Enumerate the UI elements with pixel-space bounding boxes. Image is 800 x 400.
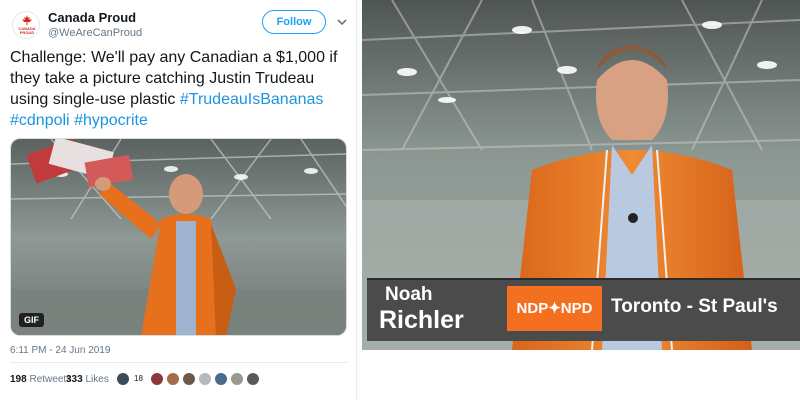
liker-avatar[interactable] — [230, 372, 244, 386]
chevron-down-icon[interactable] — [336, 16, 348, 28]
tweet-timestamp[interactable]: 6:11 PM - 24 Jun 2019 — [10, 345, 110, 356]
ndp-logo-text: NDP✦NPD — [516, 300, 593, 317]
gif-badge: GIF — [19, 313, 44, 327]
likes-label: Likes — [85, 374, 109, 385]
tweet-text: Challenge: We'll pay any Canadian a $1,0… — [10, 47, 350, 131]
liker-avatar[interactable] — [182, 372, 196, 386]
liker-avatar[interactable] — [116, 372, 130, 386]
ndp-logo: NDP✦NPD — [507, 286, 602, 331]
hashtag-link[interactable]: #hypocrite — [74, 112, 148, 129]
liker-avatar[interactable] — [214, 372, 228, 386]
riding-name: Toronto - St Paul's — [611, 296, 778, 317]
likes-stat[interactable]: 333 Likes — [66, 374, 109, 385]
hashtag-link[interactable]: #cdnpoli — [10, 112, 70, 129]
likes-count: 333 — [66, 374, 83, 385]
divider — [10, 362, 348, 363]
candidate-first-name: Noah — [385, 284, 433, 305]
gif-frame-image — [11, 139, 346, 335]
liker-avatar[interactable] — [246, 372, 260, 386]
tweet-card: CANADA PROUD Canada Proud @WeAreCanProud… — [0, 0, 357, 400]
author-handle[interactable]: @WeAreCanProud — [48, 27, 142, 39]
retweets-count: 198 — [10, 374, 27, 385]
tweet-media[interactable]: GIF — [10, 138, 347, 336]
retweets-stat[interactable]: 198 Retweets — [10, 374, 71, 385]
liker-avatar[interactable] — [166, 372, 180, 386]
likers-avatars[interactable]: 18 — [116, 372, 276, 388]
likers-extra-count: 18 — [134, 374, 143, 383]
lower-third-banner: Noah Richler NDP✦NPD Toronto - St Paul's — [367, 278, 800, 341]
liker-avatar[interactable] — [198, 372, 212, 386]
candidate-last-name: Richler — [379, 306, 464, 334]
avatar-text: CANADA PROUD — [18, 26, 36, 35]
author-avatar[interactable]: CANADA PROUD — [12, 11, 40, 39]
author-name[interactable]: Canada Proud — [48, 10, 136, 25]
follow-button[interactable]: Follow — [262, 10, 326, 34]
tweet-header: CANADA PROUD Canada Proud @WeAreCanProud… — [10, 8, 350, 44]
hashtag-link[interactable]: #TrudeauIsBananas — [180, 91, 324, 108]
liker-avatar[interactable] — [150, 372, 164, 386]
maple-leaf-icon — [22, 15, 32, 25]
retweets-label: Retweets — [29, 374, 72, 385]
